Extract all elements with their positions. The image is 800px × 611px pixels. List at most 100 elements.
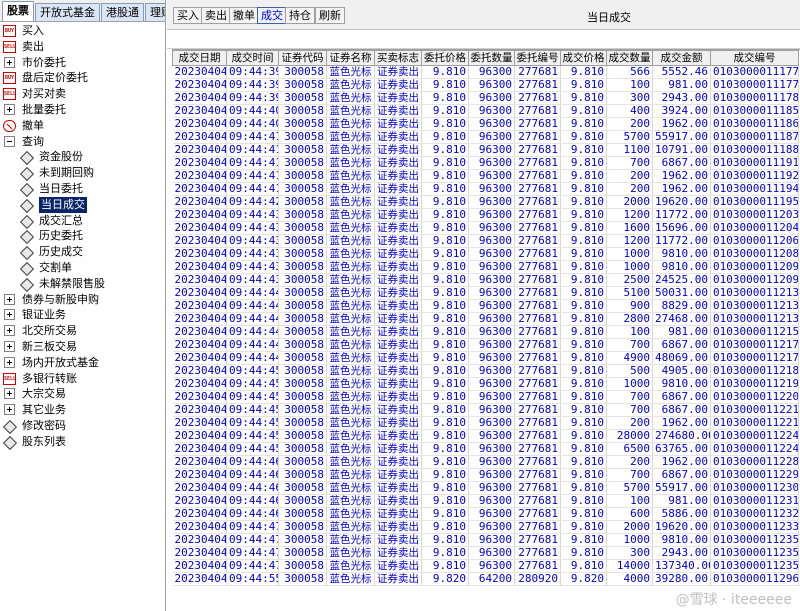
table-row[interactable]: 20230404 09:44:43 300058 蓝色光标 证券卖出 9.810 96300… xyxy=(172,247,799,261)
tree-item[interactable]: 其它业务 xyxy=(0,402,165,418)
table-row[interactable]: 20230404 09:44:43 300058 蓝色光标 证券卖出 9.810 96300… xyxy=(172,221,799,235)
table-row[interactable]: 20230404 09:44:39 300058 蓝色光标 证券卖出 9.810 96300… xyxy=(172,65,799,79)
table-row[interactable]: 20230404 09:44:43 300058 蓝色光标 证券卖出 9.810 96300… xyxy=(172,208,799,222)
left-panel: 股票开放式基金港股通理财 BUY买入SELL卖出市价委托BUY盘后定价委托SEL… xyxy=(0,0,166,611)
table-cell: 0103000011213471 xyxy=(710,299,799,313)
tree-item[interactable]: BUY 盘后定价委托 xyxy=(0,70,165,86)
column-header[interactable]: 委托价格 xyxy=(421,50,469,66)
table-cell: 600 xyxy=(606,507,653,521)
table-row[interactable]: 20230404 09:44:45 300058 蓝色光标 证券卖出 9.810 96300… xyxy=(172,416,799,430)
tree-item[interactable]: 大宗交易 xyxy=(0,386,165,402)
table-row[interactable]: 20230404 09:44:44 300058 蓝色光标 证券卖出 9.810 96300… xyxy=(172,312,799,326)
tree-item[interactable]: 未解禁限售股 xyxy=(0,276,165,292)
table-row[interactable]: 20230404 09:44:46 300058 蓝色光标 证券卖出 9.810 96300… xyxy=(172,481,799,495)
table-row[interactable]: 20230404 09:44:41 300058 蓝色光标 证券卖出 9.810 96300… xyxy=(172,130,799,144)
toolbar-button[interactable]: 撤单 xyxy=(229,7,259,24)
table-row[interactable]: 20230404 09:44:41 300058 蓝色光标 证券卖出 9.810 96300… xyxy=(172,169,799,183)
table-row[interactable]: 20230404 09:44:41 300058 蓝色光标 证券卖出 9.810 96300… xyxy=(172,182,799,196)
table-row[interactable]: 20230404 09:44:43 300058 蓝色光标 证券卖出 9.810 96300… xyxy=(172,260,799,274)
tree-item[interactable]: 北交所交易 xyxy=(0,323,165,339)
table-row[interactable]: 20230404 09:44:44 300058 蓝色光标 证券卖出 9.810 96300… xyxy=(172,325,799,339)
market-tab[interactable]: 股票 xyxy=(2,1,34,21)
column-header[interactable]: 委托编号 xyxy=(514,50,561,66)
column-header[interactable]: 证券名称 xyxy=(326,50,375,66)
table-cell: 9.810 xyxy=(421,494,469,508)
expand-plus-icon xyxy=(4,293,15,305)
table-row[interactable]: 20230404 09:44:40 300058 蓝色光标 证券卖出 9.810 96300… xyxy=(172,104,799,118)
tree-item[interactable]: 撤单 xyxy=(0,118,165,134)
tree-item[interactable]: 历史成交 xyxy=(0,244,165,260)
trades-grid[interactable]: 成交日期 成交时间 证券代码 证券名称 买卖标志 委托价格 委托数量 委托编号 成交价格 成交数量… xyxy=(172,49,800,611)
table-row[interactable]: 20230404 09:44:46 300058 蓝色光标 证券卖出 9.810 96300… xyxy=(172,494,799,508)
tree-item[interactable]: 新三板交易 xyxy=(0,339,165,355)
table-cell: 300058 xyxy=(278,416,327,430)
tree-item[interactable]: 股东列表 xyxy=(0,434,165,450)
column-header[interactable]: 成交编号 xyxy=(710,50,799,66)
toolbar-button[interactable]: 买入 xyxy=(173,7,203,24)
table-row[interactable]: 20230404 09:44:47 300058 蓝色光标 证券卖出 9.810 96300… xyxy=(172,520,799,534)
toolbar-button[interactable]: 成交 xyxy=(257,7,287,24)
tree-item[interactable]: 交割单 xyxy=(0,260,165,276)
table-row[interactable]: 20230404 09:44:41 300058 蓝色光标 证券卖出 9.810 96300… xyxy=(172,156,799,170)
tree-item[interactable]: 当日成交 xyxy=(0,196,165,213)
tree-item[interactable]: 修改密码 xyxy=(0,418,165,434)
table-row[interactable]: 20230404 09:44:43 300058 蓝色光标 证券卖出 9.810 96300… xyxy=(172,234,799,248)
tree-item[interactable]: SELL 多银行转账 xyxy=(0,371,165,387)
tree-item[interactable]: BUY 买入 xyxy=(0,23,165,39)
table-row[interactable]: 20230404 09:44:42 300058 蓝色光标 证券卖出 9.810 96300… xyxy=(172,195,799,209)
tree-item[interactable]: SELL 对买对卖 xyxy=(0,86,165,102)
tree-item[interactable]: 银证业务 xyxy=(0,307,165,323)
table-row[interactable]: 20230404 09:44:45 300058 蓝色光标 证券卖出 9.810 96300… xyxy=(172,364,799,378)
toolbar-button[interactable]: 刷新 xyxy=(315,7,345,24)
column-header[interactable]: 委托数量 xyxy=(468,50,515,66)
column-header[interactable]: 成交金额 xyxy=(652,50,711,66)
table-row[interactable]: 20230404 09:44:44 300058 蓝色光标 证券卖出 9.810 96300… xyxy=(172,351,799,365)
market-tab[interactable]: 理财 xyxy=(145,3,165,21)
market-tab[interactable]: 港股通 xyxy=(101,3,144,21)
tree-item[interactable]: 债券与新股申购 xyxy=(0,292,165,308)
table-row[interactable]: 20230404 09:44:44 300058 蓝色光标 证券卖出 9.810 96300… xyxy=(172,338,799,352)
table-row[interactable]: 20230404 09:44:45 300058 蓝色光标 证券卖出 9.810 96300… xyxy=(172,442,799,456)
table-row[interactable]: 20230404 09:44:44 300058 蓝色光标 证券卖出 9.810 96300… xyxy=(172,286,799,300)
table-row[interactable]: 20230404 09:44:40 300058 蓝色光标 证券卖出 9.810 96300… xyxy=(172,117,799,131)
table-cell: 277681 xyxy=(514,481,561,495)
column-header[interactable]: 成交时间 xyxy=(226,50,279,66)
tree-item[interactable]: 批量委托 xyxy=(0,102,165,118)
tree-item[interactable]: 场内开放式基金 xyxy=(0,355,165,371)
toolbar-button[interactable]: 卖出 xyxy=(201,7,231,24)
tree-item[interactable]: 未到期回购 xyxy=(0,165,165,181)
table-row[interactable]: 20230404 09:44:47 300058 蓝色光标 证券卖出 9.810 96300… xyxy=(172,559,799,573)
table-row[interactable]: 20230404 09:44:47 300058 蓝色光标 证券卖出 9.810 96300… xyxy=(172,546,799,560)
tree-item[interactable]: 当日委托 xyxy=(0,181,165,197)
toolbar-button[interactable]: 持仓 xyxy=(285,7,315,24)
market-tab[interactable]: 开放式基金 xyxy=(35,3,100,21)
table-row[interactable]: 20230404 09:44:47 300058 蓝色光标 证券卖出 9.810 96300… xyxy=(172,533,799,547)
tree-item[interactable]: SELL 卖出 xyxy=(0,39,165,55)
table-row[interactable]: 20230404 09:44:39 300058 蓝色光标 证券卖出 9.810 96300… xyxy=(172,91,799,105)
table-row[interactable]: 20230404 09:44:45 300058 蓝色光标 证券卖出 9.810 96300… xyxy=(172,377,799,391)
table-row[interactable]: 20230404 09:44:45 300058 蓝色光标 证券卖出 9.810 96300… xyxy=(172,390,799,404)
table-row[interactable]: 20230404 09:44:46 300058 蓝色光标 证券卖出 9.810 96300… xyxy=(172,468,799,482)
table-row[interactable]: 20230404 09:44:46 300058 蓝色光标 证券卖出 9.810 96300… xyxy=(172,507,799,521)
column-header[interactable]: 成交日期 xyxy=(172,50,227,66)
tree-item[interactable]: 成交汇总 xyxy=(0,213,165,229)
table-row[interactable]: 20230404 09:44:45 300058 蓝色光标 证券卖出 9.810 96300… xyxy=(172,429,799,443)
column-header[interactable]: 成交价格 xyxy=(560,50,607,66)
tree-item[interactable]: 历史委托 xyxy=(0,228,165,244)
table-cell: 0103000011219475 xyxy=(710,377,799,391)
table-row[interactable]: 20230404 09:44:44 300058 蓝色光标 证券卖出 9.810 96300… xyxy=(172,299,799,313)
column-header[interactable]: 证券代码 xyxy=(278,50,327,66)
tree-item[interactable]: 市价委托 xyxy=(0,55,165,71)
table-cell: 277681 xyxy=(514,247,561,261)
table-row[interactable]: 20230404 09:44:43 300058 蓝色光标 证券卖出 9.810 96300… xyxy=(172,273,799,287)
tree-item[interactable]: 查询 xyxy=(0,134,165,150)
table-row[interactable]: 20230404 09:44:46 300058 蓝色光标 证券卖出 9.810 96300… xyxy=(172,455,799,469)
column-header[interactable]: 买卖标志 xyxy=(374,50,422,66)
tree-item[interactable]: 资金股份 xyxy=(0,149,165,165)
table-row[interactable]: 20230404 09:44:41 300058 蓝色光标 证券卖出 9.810 96300… xyxy=(172,143,799,157)
table-row[interactable]: 20230404 09:44:45 300058 蓝色光标 证券卖出 9.810 96300… xyxy=(172,403,799,417)
table-row[interactable]: 20230404 09:44:55 300058 蓝色光标 证券卖出 9.820 64200… xyxy=(172,572,799,586)
table-cell: 0103000011204727 xyxy=(710,221,799,235)
table-row[interactable]: 20230404 09:44:39 300058 蓝色光标 证券卖出 9.810 96300… xyxy=(172,78,799,92)
column-header[interactable]: 成交数量 xyxy=(606,50,653,66)
